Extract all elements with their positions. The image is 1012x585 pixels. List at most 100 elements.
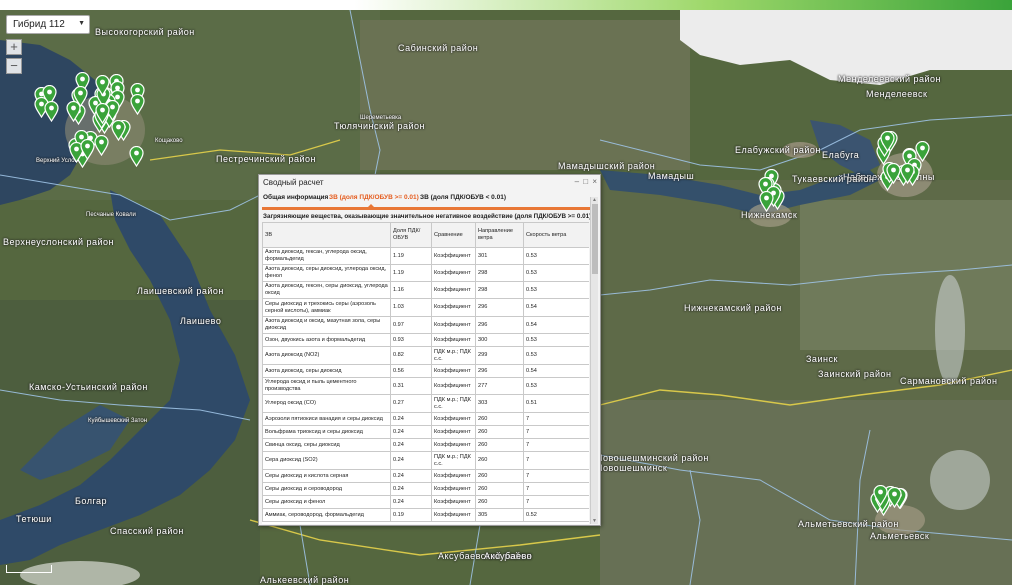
cell-wind-speed: 0.53 — [523, 377, 589, 395]
map-label: Лаишевский район — [137, 286, 224, 296]
map-label: Новошешминский район — [596, 453, 709, 463]
col-header-wind-speed[interactable]: Скорость ветра — [523, 222, 589, 248]
map-pin-icon[interactable] — [873, 484, 888, 507]
cell-wind-direction: 300 — [475, 333, 524, 347]
cell-pollutant: Азота диоксид, гексан, углерода оксид, ф… — [262, 247, 391, 265]
tab-pollutants-minor[interactable]: ЗВ (доля ПДК/ОБУВ < 0.01) — [420, 194, 506, 201]
cell-wind-speed: 7 — [523, 469, 589, 483]
cell-comparison: Коэффициент — [431, 438, 476, 452]
cell-comparison: Коэффициент — [431, 333, 476, 347]
table-row[interactable]: Углерод оксид (CO) 0.27 ПДК м.р.; ПДК с.с.… — [262, 394, 589, 413]
map-label: Елабуга — [822, 150, 860, 160]
zoom-in-button[interactable]: + — [6, 39, 22, 55]
tab-general-info[interactable]: Общая информация — [263, 194, 328, 201]
map-label: Мамадышский район — [558, 161, 656, 171]
cell-wind-speed: 7 — [523, 482, 589, 496]
cell-wind-direction: 277 — [475, 377, 524, 395]
table-row[interactable]: Углерода оксид и пыль цементного произво… — [262, 377, 589, 395]
cell-pollutant: Серы диоксид и фенол — [262, 495, 391, 509]
cell-wind-direction: 298 — [475, 281, 524, 299]
maximize-button[interactable]: □ — [583, 177, 588, 186]
table-scrollbar[interactable]: ▲ ▼ — [590, 197, 598, 524]
table-row[interactable]: Вольфрама триоксид и серы диоксид 0.24 Коэ… — [262, 425, 589, 439]
summary-window-title: Сводный расчет — [263, 178, 324, 187]
tab-pollutants-significant[interactable]: ЗВ (доля ПДК/ОБУВ >= 0.01) — [329, 194, 419, 201]
table-row[interactable]: Азота диоксид и оксид, мазутная зола, се… — [262, 316, 589, 334]
table-row[interactable]: Аммиак, сероводород, формальдегид 0.19 Коэ… — [262, 508, 589, 522]
map-label: Сармановский район — [900, 376, 998, 386]
map-pin-icon[interactable] — [887, 486, 902, 508]
map-pin-icon[interactable] — [94, 134, 109, 157]
cell-share: 1.19 — [390, 247, 432, 265]
cell-pollutant: Сера диоксид (SO2) — [262, 451, 391, 470]
table-row[interactable]: Сера диоксид (SO2) 0.24 ПДК м.р.; ПДК с.с.… — [262, 451, 589, 470]
map-pin-icon[interactable] — [111, 119, 126, 141]
map-pin-icon[interactable] — [879, 130, 895, 152]
cell-wind-speed: 0.53 — [523, 247, 589, 265]
map-pin-icon[interactable] — [129, 145, 144, 167]
map-label: Альметьевский район — [798, 519, 899, 529]
table-row[interactable]: Серы диоксид и кислота серная 0.24 Коэффиц… — [262, 469, 589, 483]
cell-share: 0.27 — [390, 394, 432, 413]
map-pin-icon[interactable] — [900, 163, 915, 185]
section-title: Загрязняющие вещества, оказывающие значи… — [263, 213, 592, 220]
map-label: Заинск — [806, 354, 838, 364]
col-header-comparison[interactable]: Сравнение — [431, 222, 476, 248]
cell-pollutant: Озон, двуокись азота и формальдегид — [262, 333, 391, 347]
map-label: Сабинский район — [398, 43, 479, 53]
map-label: Менделеевск — [866, 89, 928, 99]
table-row[interactable]: Озон, двуокись азота и формальдегид 0.93 К… — [262, 333, 589, 347]
cell-wind-direction: 296 — [475, 364, 524, 378]
table-row[interactable]: Азота диоксид, серы диоксид 0.56 Коэффицие… — [262, 364, 589, 378]
col-header-share[interactable]: Доля ПДК/ ОБУВ — [390, 222, 432, 248]
table-row[interactable]: Азота диоксид, серы диоксид, углерода ок… — [262, 264, 589, 282]
minimize-button[interactable]: – — [575, 177, 579, 186]
table-row[interactable]: Аэрозоли пятиокиси ванадия и серы диокси… — [262, 412, 589, 426]
cell-wind-direction: 260 — [475, 412, 524, 426]
table-row[interactable]: Азота диоксид, гексен, серы диоксид, угл… — [262, 281, 589, 299]
cell-pollutant: Углерод оксид (CO) — [262, 394, 391, 413]
cell-wind-speed: 7 — [523, 425, 589, 439]
cell-wind-direction: 260 — [475, 438, 524, 452]
scroll-up-icon[interactable]: ▲ — [592, 197, 597, 203]
cell-comparison: Коэффициент — [431, 508, 476, 522]
col-header-wind-direction[interactable]: Направление ветра — [475, 222, 524, 248]
summary-window[interactable]: Сводный расчет – □ × Общая информация ЗВ… — [258, 174, 601, 526]
table-row[interactable]: Серы диоксид и трехокись серы (аэрозоль … — [262, 298, 589, 317]
cell-share: 0.31 — [390, 377, 432, 395]
cell-pollutant: Серы диоксид и кислота серная — [262, 469, 391, 483]
col-header-pollutant[interactable]: ЗВ — [262, 222, 391, 248]
cell-pollutant: Серы диоксид и сероводород — [262, 482, 391, 496]
map-pin-icon[interactable] — [94, 103, 110, 125]
cell-comparison: Коэффициент — [431, 281, 476, 299]
cell-wind-direction: 305 — [475, 508, 524, 522]
cell-wind-speed: 0.53 — [523, 346, 589, 365]
cell-comparison: Коэффициент — [431, 412, 476, 426]
table-row[interactable]: Азота диоксид, гексан, углерода оксид, ф… — [262, 247, 589, 265]
tab-underline — [262, 207, 590, 210]
close-button[interactable]: × — [592, 177, 597, 186]
map-label: Тюлячинский район — [334, 121, 425, 131]
table-row[interactable]: Серы диоксид и фенол 0.24 Коэффициент 260 7 — [262, 495, 589, 509]
map-pin-icon[interactable] — [759, 190, 774, 213]
scroll-down-icon[interactable]: ▼ — [592, 518, 597, 524]
cell-comparison: Коэффициент — [431, 469, 476, 483]
map-label: Верхнеуслонский район — [3, 237, 115, 247]
map-pin-icon[interactable] — [94, 75, 110, 97]
layer-select[interactable]: Гибрид 112 ▼ — [6, 15, 90, 34]
zoom-out-button[interactable]: − — [6, 58, 22, 74]
window-buttons: – □ × — [573, 177, 597, 186]
cell-pollutant: Углерода оксид и пыль цементного произво… — [262, 377, 391, 395]
table-row[interactable]: Серы диоксид и сероводород 0.24 Коэффициен… — [262, 482, 589, 496]
table-row[interactable]: Свинца оксид, серы диоксид 0.24 Коэффициен… — [262, 438, 589, 452]
table-row[interactable]: Азота диоксид (NO2) 0.82 ПДК м.р.; ПДК с.с… — [262, 346, 589, 365]
map-pin-icon[interactable] — [130, 93, 145, 116]
map-pin-icon[interactable] — [80, 138, 95, 160]
map-pin-icon[interactable] — [66, 100, 81, 123]
cell-pollutant: Серы диоксид и трехокись серы (аэрозоль … — [262, 298, 391, 317]
cell-pollutant: Свинца оксид, серы диоксид — [262, 438, 391, 452]
map-label: Высокогорский район — [95, 27, 195, 37]
scroll-thumb[interactable] — [592, 204, 598, 274]
table-header-row: ЗВ Доля ПДК/ ОБУВ Сравнение Направление … — [262, 222, 589, 248]
map-pin-icon[interactable] — [44, 101, 59, 123]
